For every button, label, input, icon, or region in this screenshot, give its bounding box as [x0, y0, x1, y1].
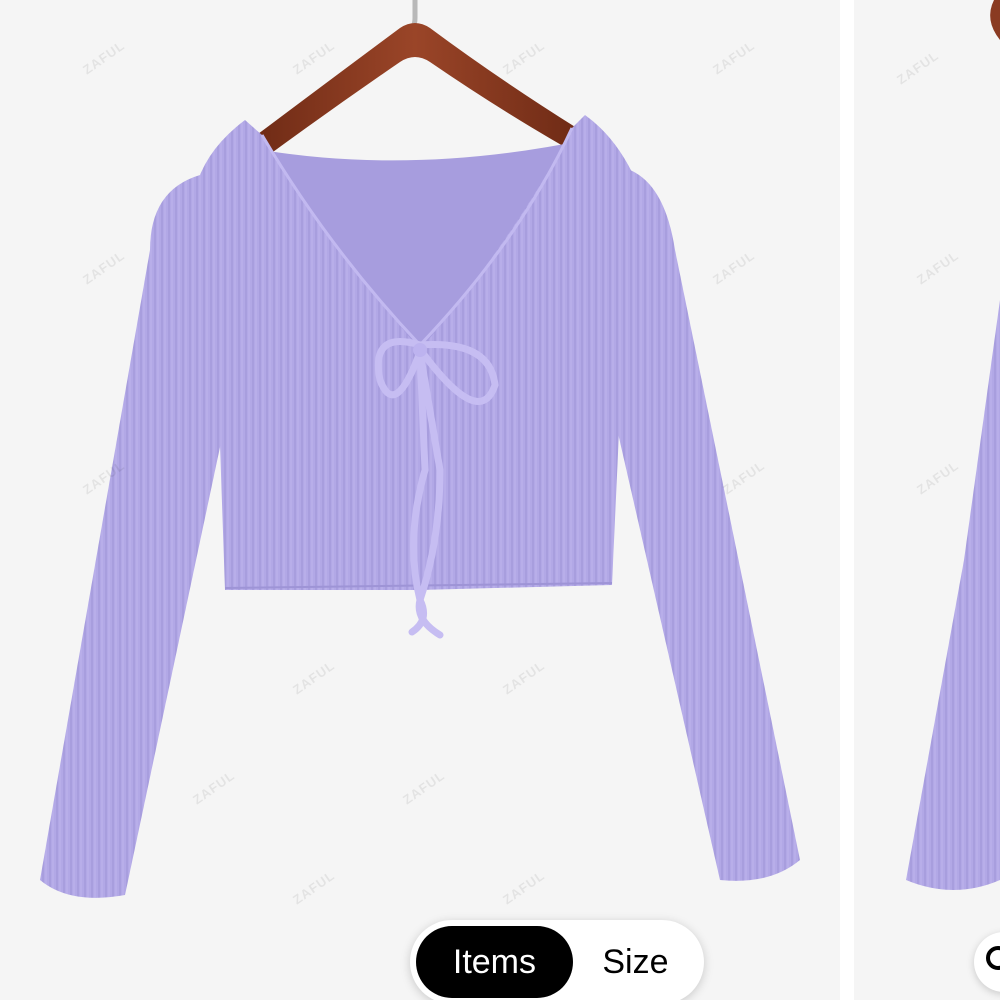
- product-image-next[interactable]: ZAFUL ZAFUL ZAFUL: [854, 0, 1000, 1000]
- tab-items[interactable]: Items: [416, 926, 573, 998]
- right-sleeve: [615, 170, 800, 881]
- items-size-toggle[interactable]: Items Size: [410, 920, 704, 1000]
- cardigan-image: [40, 0, 800, 898]
- tab-size[interactable]: Size: [573, 926, 698, 998]
- cardigan-image-next: [906, 0, 1000, 890]
- sleeve-next: [906, 300, 1000, 890]
- product-image-gallery[interactable]: ZAFUL ZAFUL ZAFUL ZAFUL ZAFUL ZAFUL ZAFU…: [0, 0, 1000, 1000]
- slide-divider: [840, 0, 854, 1000]
- search-icon: [986, 946, 1000, 970]
- image-search-button[interactable]: [974, 932, 1000, 992]
- product-image-main[interactable]: ZAFUL ZAFUL ZAFUL ZAFUL ZAFUL ZAFUL ZAFU…: [0, 0, 840, 1000]
